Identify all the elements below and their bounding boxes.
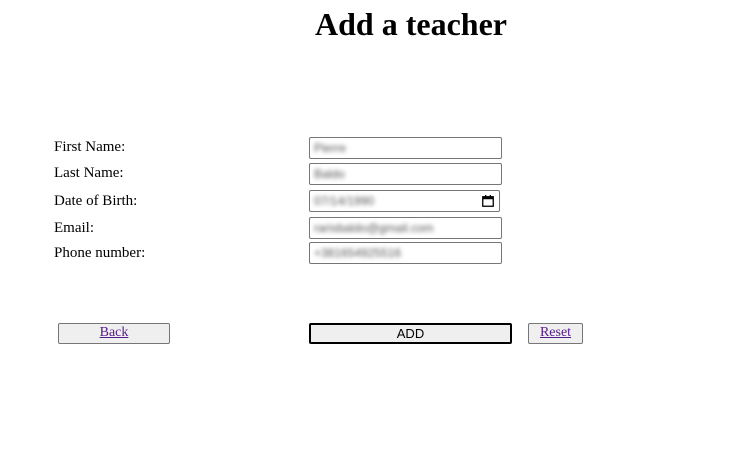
reset-button[interactable]: Reset <box>528 323 583 344</box>
first-name-label: First Name: <box>54 139 126 155</box>
last-name-field[interactable]: Baldo <box>309 163 502 185</box>
calendar-icon[interactable] <box>482 195 494 207</box>
date-of-birth-value: 07/14/1990 <box>314 194 375 208</box>
page-title: Add a teacher <box>0 6 732 43</box>
back-button[interactable]: Back <box>58 323 170 344</box>
add-button[interactable]: ADD <box>309 323 512 344</box>
first-name-field[interactable]: Pierre <box>309 137 502 159</box>
date-of-birth-label: Date of Birth: <box>54 193 138 209</box>
back-link[interactable]: Back <box>100 325 129 340</box>
phone-value: +381654925516 <box>314 246 402 260</box>
phone-label: Phone number: <box>54 245 146 261</box>
email-value: rarisbaldo@gmail.com <box>314 221 434 235</box>
first-name-value: Pierre <box>314 141 347 155</box>
add-teacher-page: Add a teacher First Name: Pierre Last Na… <box>0 0 732 456</box>
page-title-text: Add a teacher <box>315 6 507 42</box>
phone-field[interactable]: +381654925516 <box>309 242 502 264</box>
email-field[interactable]: rarisbaldo@gmail.com <box>309 217 502 239</box>
last-name-value: Baldo <box>314 167 345 181</box>
date-of-birth-field[interactable]: 07/14/1990 <box>309 190 500 212</box>
reset-link[interactable]: Reset <box>540 325 571 340</box>
last-name-label: Last Name: <box>54 165 124 181</box>
email-label: Email: <box>54 220 94 236</box>
